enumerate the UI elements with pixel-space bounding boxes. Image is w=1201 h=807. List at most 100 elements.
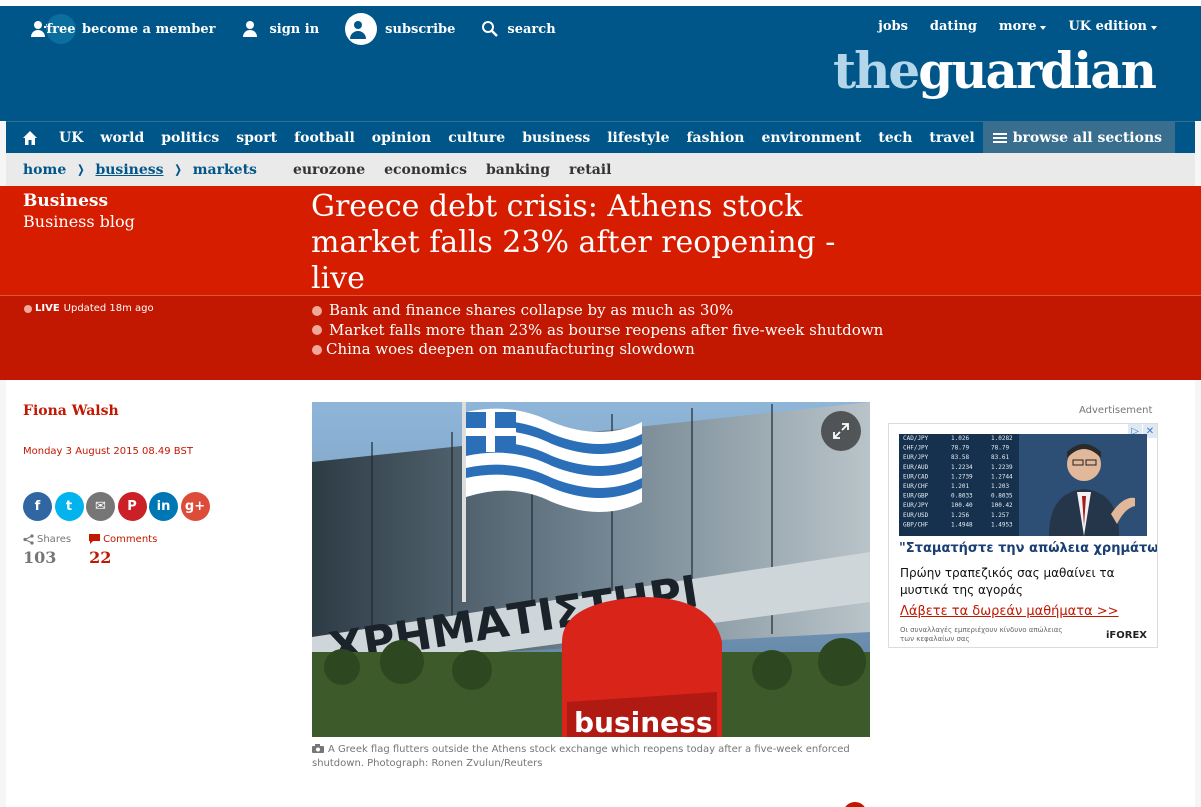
twitter-share-button[interactable]: t xyxy=(54,492,84,521)
ad-brand-logo: iFOREX xyxy=(1105,630,1147,641)
ad-ticker-cell: 0.8035 xyxy=(991,493,1013,500)
ad-ticker-cell: 78.79 xyxy=(951,445,969,452)
linkedin-share-button[interactable]: in xyxy=(149,492,178,521)
nav-item-environment[interactable]: environment xyxy=(762,130,862,146)
advertisement[interactable]: ▷ ✕ CAD/JPY 1.026 1.0282 CHF/JPY 78.79 78.79 E… xyxy=(888,423,1158,648)
email-share-button[interactable]: ✉ xyxy=(86,492,115,521)
subnav-economics[interactable]: economics xyxy=(384,162,467,178)
author-link[interactable]: Fiona Walsh xyxy=(23,403,119,419)
nav-item-football[interactable]: football xyxy=(294,130,355,146)
browse-all-sections-button[interactable]: browse all sections xyxy=(982,122,1175,153)
expand-image-button[interactable] xyxy=(821,411,861,451)
breadcrumb-markets[interactable]: markets xyxy=(193,162,257,178)
shares-label: Shares xyxy=(37,534,72,545)
email-icon: ✉ xyxy=(95,499,106,514)
live-status: LIVE Updated 18m ago xyxy=(24,303,154,314)
subscribe-icon xyxy=(345,13,378,45)
edition-menu[interactable]: UK edition xyxy=(1068,19,1157,34)
page: free become a member sign in subscribe s… xyxy=(0,0,1201,807)
nav-item-sport[interactable]: sport xyxy=(236,130,277,146)
photo-athens-exchange: ΧΡΗΜΑΤΙΣΤΗΡΙ business xyxy=(312,402,870,737)
user-icon xyxy=(243,21,258,37)
ad-ticker-cell: CHF/JPY xyxy=(903,445,929,452)
googleplus-share-button[interactable]: g+ xyxy=(180,492,210,521)
ad-ticker-cell: EUR/USD xyxy=(903,512,929,519)
browse-label: browse all sections xyxy=(1012,129,1162,146)
ad-ticker-cell: CAD/JPY xyxy=(903,435,929,442)
search-icon xyxy=(482,21,499,37)
photo-sign-text: business xyxy=(574,706,713,737)
ad-ticker-cell: 1.203 xyxy=(991,483,1009,490)
ad-ticker-cell: GBP/CHF xyxy=(903,521,929,528)
shares-label-row: Shares xyxy=(23,533,71,546)
googleplus-icon: g+ xyxy=(184,499,206,514)
ad-ticker-cell: EUR/CAD xyxy=(903,473,929,480)
nav-item-travel[interactable]: travel xyxy=(929,130,974,146)
search-label: search xyxy=(507,21,556,37)
ad-ticker-cell: 83.61 xyxy=(991,454,1009,461)
twitter-icon: t xyxy=(65,499,73,514)
masthead: free become a member sign in subscribe s… xyxy=(0,6,1201,121)
sign-in-label: sign in xyxy=(269,21,320,37)
ad-ticker-cell: 83.58 xyxy=(951,454,969,461)
ad-ticker-cell: 1.2234 xyxy=(951,464,973,471)
nav-item-fashion[interactable]: fashion xyxy=(687,130,745,146)
advertisement-label: Advertisement xyxy=(1079,405,1153,416)
article-headline: Greece debt crisis: Athens stock market … xyxy=(311,189,836,296)
nav-item-uk[interactable]: UK xyxy=(59,130,83,146)
nav-item-opinion[interactable]: opinion xyxy=(372,130,431,146)
pinterest-icon: P xyxy=(127,499,137,514)
ad-ticker-cell: 1.0282 xyxy=(991,435,1013,442)
ad-ticker-cell: 1.2744 xyxy=(991,473,1013,480)
nav-item-business[interactable]: business xyxy=(522,130,590,146)
search-link[interactable]: search xyxy=(481,20,556,38)
breadcrumb-home[interactable]: home xyxy=(23,162,66,178)
nav-item-politics[interactable]: politics xyxy=(161,130,219,146)
utility-bar: free become a member sign in subscribe s… xyxy=(30,13,582,45)
more-label: more xyxy=(998,19,1037,34)
nav-home[interactable] xyxy=(12,122,48,154)
subscribe-label: subscribe xyxy=(385,21,456,37)
dating-link[interactable]: dating xyxy=(930,19,977,34)
facebook-share-button[interactable]: f xyxy=(23,492,52,521)
nav-item-world[interactable]: world xyxy=(100,130,144,146)
nav-item-lifestyle[interactable]: lifestyle xyxy=(607,130,669,146)
list-item: Bank and finance shares collapse by as m… xyxy=(312,301,883,321)
home-icon xyxy=(23,131,37,145)
become-member-link[interactable]: free become a member xyxy=(30,14,215,44)
comments-label-row: Comments xyxy=(89,533,157,546)
subscribe-link[interactable]: subscribe xyxy=(345,13,455,45)
ad-ticker-cell: 78.79 xyxy=(991,445,1009,452)
sign-in-link[interactable]: sign in xyxy=(241,20,319,38)
series-label[interactable]: Business blog xyxy=(23,212,135,231)
subnav-banking[interactable]: banking xyxy=(486,162,550,178)
pinterest-share-button[interactable]: P xyxy=(117,492,147,521)
logo-guardian: guardian xyxy=(918,41,1157,100)
comments-count-block[interactable]: Comments 22 xyxy=(89,533,157,567)
nav-item-tech[interactable]: tech xyxy=(878,130,912,146)
ad-ticker-cell: 1.4948 xyxy=(951,521,973,528)
ad-ticker-cell: 100.40 xyxy=(951,502,973,509)
jobs-link[interactable]: jobs xyxy=(878,19,908,34)
nav-list: UK world politics sport football opinion… xyxy=(6,122,975,154)
publish-date: Monday 3 August 2015 08.49 BST xyxy=(23,446,193,457)
ad-ticker-cell: EUR/AUD xyxy=(903,464,929,471)
bullet-icon xyxy=(312,305,322,316)
breadcrumb-business[interactable]: business xyxy=(95,162,163,178)
section-label[interactable]: Business xyxy=(23,191,108,211)
share-icon xyxy=(23,534,34,545)
menu-icon xyxy=(992,131,1007,145)
comments-count[interactable]: 22 xyxy=(89,548,157,567)
subnav-eurozone[interactable]: eurozone xyxy=(293,162,365,178)
ad-ticker-cell: EUR/CHF xyxy=(903,483,929,490)
ad-cta-link[interactable]: Λάβετε τα δωρεάν μαθήματα >> xyxy=(900,604,1119,619)
subnav-retail[interactable]: retail xyxy=(569,162,611,178)
ad-image: CAD/JPY 1.026 1.0282 CHF/JPY 78.79 78.79 EUR/J… xyxy=(899,434,1147,536)
live-label: LIVE xyxy=(35,303,60,314)
facebook-icon: f xyxy=(34,499,41,514)
ad-ticker-cell: 1.4953 xyxy=(991,521,1013,528)
guardian-logo[interactable]: theguardian xyxy=(833,46,1157,96)
nav-item-culture[interactable]: culture xyxy=(448,130,505,146)
more-menu[interactable]: more xyxy=(999,19,1047,34)
breadcrumb: home ❭ business ❭ markets eurozone econo… xyxy=(6,153,1195,186)
